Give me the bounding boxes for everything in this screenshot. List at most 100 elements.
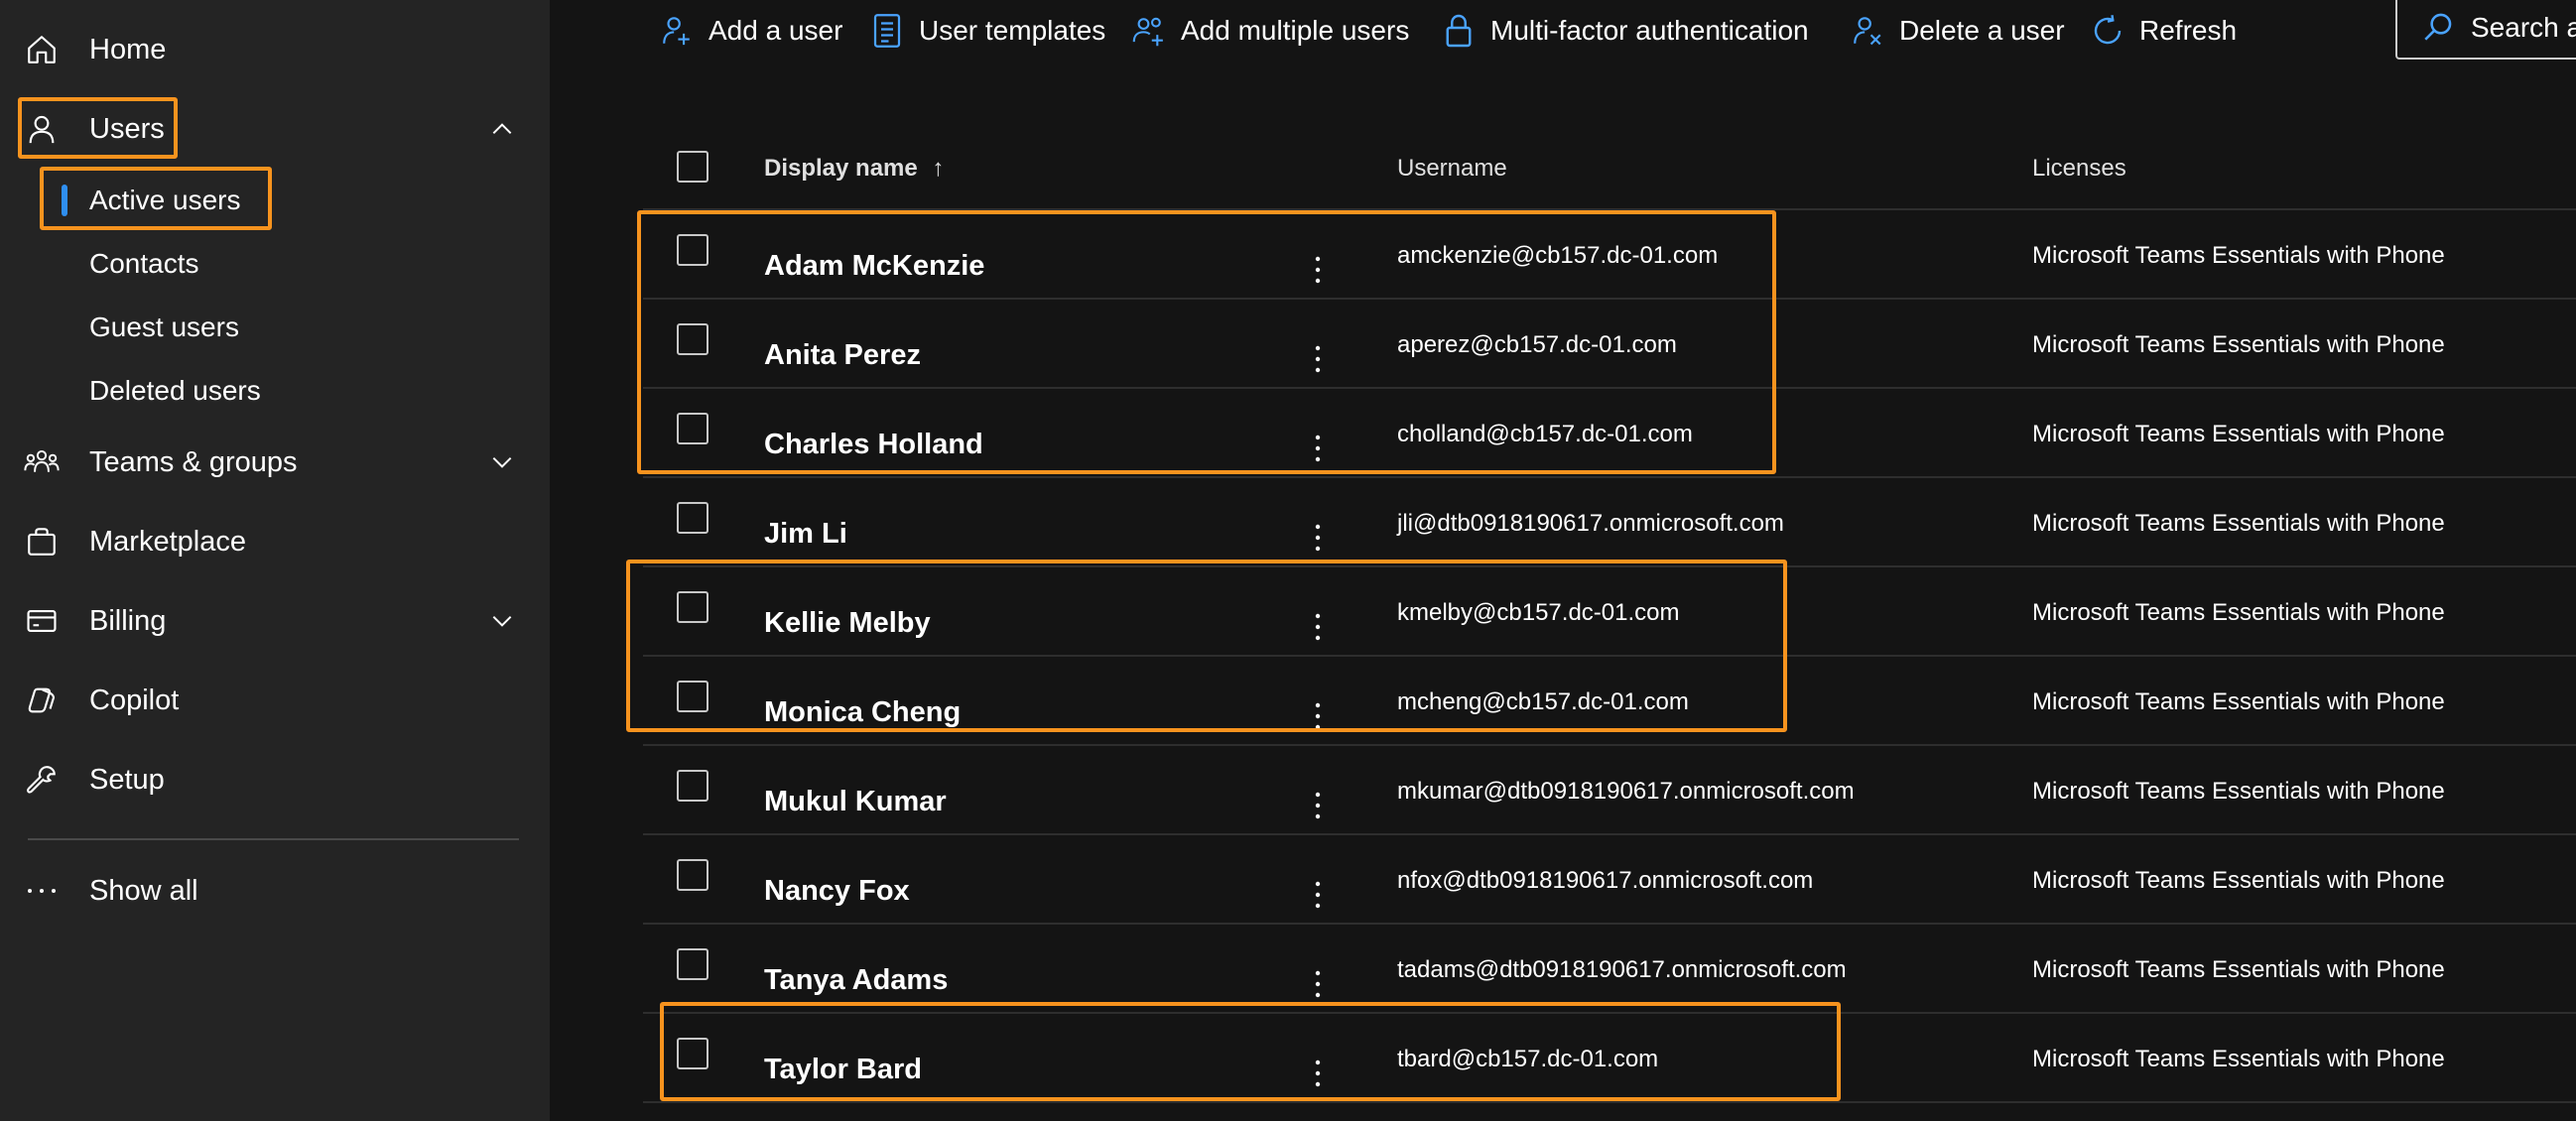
- refresh-label: Refresh: [2139, 15, 2238, 46]
- display-name-cell[interactable]: Anita Perez: [764, 339, 921, 372]
- sidebar-divider: [28, 838, 519, 840]
- username-cell: mkumar@dtb0918190617.onmicrosoft.com: [1397, 778, 1855, 805]
- row-checkbox[interactable]: [677, 770, 708, 802]
- table-row[interactable]: Adam McKenzie amckenzie@cb157.dc-01.com …: [643, 210, 2576, 300]
- nav-setup[interactable]: Setup: [0, 748, 550, 811]
- table-row[interactable]: Mukul Kumar mkumar@dtb0918190617.onmicro…: [643, 746, 2576, 835]
- row-checkbox[interactable]: [677, 948, 708, 980]
- add-user-label: Add a user: [708, 15, 843, 46]
- add-multiple-users-label: Add multiple users: [1181, 15, 1410, 46]
- username-cell: jli@dtb0918190617.onmicrosoft.com: [1397, 510, 1784, 537]
- table-row[interactable]: Nancy Fox nfox@dtb0918190617.onmicrosoft…: [643, 835, 2576, 925]
- chevron-up-icon[interactable]: [484, 111, 520, 147]
- nav-billing[interactable]: Billing: [0, 589, 550, 653]
- username-cell: nfox@dtb0918190617.onmicrosoft.com: [1397, 867, 1814, 894]
- display-name-cell[interactable]: Mukul Kumar: [764, 786, 947, 818]
- row-checkbox[interactable]: [677, 502, 708, 534]
- more-options-icon[interactable]: [1308, 1056, 1328, 1091]
- nav-home[interactable]: Home: [0, 18, 550, 81]
- mfa-button[interactable]: Multi-factor authentication: [1439, 4, 1809, 58]
- nav-guest-users[interactable]: Guest users: [0, 298, 550, 357]
- search-placeholder: Search a: [2471, 12, 2576, 43]
- license-cell: Microsoft Teams Essentials with Phone: [2032, 510, 2445, 537]
- more-options-icon[interactable]: [1308, 698, 1328, 734]
- document-list-icon: [867, 11, 907, 51]
- user-templates-label: User templates: [919, 15, 1106, 46]
- table-row[interactable]: Taylor Bard tbard@cb157.dc-01.com Micros…: [643, 1014, 2576, 1103]
- chevron-down-icon[interactable]: [484, 603, 520, 639]
- display-name-cell[interactable]: Tanya Adams: [764, 964, 948, 997]
- license-cell: Microsoft Teams Essentials with Phone: [2032, 242, 2445, 269]
- column-header-licenses[interactable]: Licenses: [2032, 155, 2126, 183]
- refresh-icon: [2088, 11, 2127, 51]
- row-checkbox[interactable]: [677, 591, 708, 623]
- display-name-cell[interactable]: Taylor Bard: [764, 1054, 922, 1086]
- home-icon: [20, 28, 64, 71]
- nav-users[interactable]: Users: [0, 97, 550, 161]
- display-name-cell[interactable]: Nancy Fox: [764, 875, 910, 908]
- nav-guest-users-label: Guest users: [89, 311, 239, 342]
- more-options-icon[interactable]: [1308, 252, 1328, 288]
- display-name-cell[interactable]: Monica Cheng: [764, 696, 961, 729]
- search-input[interactable]: Search a: [2395, 0, 2576, 60]
- nav-show-all-label: Show all: [89, 874, 198, 907]
- username-cell: cholland@cb157.dc-01.com: [1397, 421, 1693, 447]
- table-header: Display name ↑ Username Licenses: [643, 129, 2576, 210]
- row-checkbox[interactable]: [677, 234, 708, 266]
- search-icon: [2421, 10, 2457, 46]
- display-name-cell[interactable]: Charles Holland: [764, 429, 983, 461]
- select-all-checkbox[interactable]: [677, 151, 708, 183]
- nav-copilot[interactable]: Copilot: [0, 669, 550, 732]
- table-row[interactable]: Jim Li jli@dtb0918190617.onmicrosoft.com…: [643, 478, 2576, 567]
- table-row[interactable]: Tanya Adams tadams@dtb0918190617.onmicro…: [643, 925, 2576, 1014]
- license-cell: Microsoft Teams Essentials with Phone: [2032, 867, 2445, 894]
- add-multiple-users-button[interactable]: Add multiple users: [1129, 4, 1409, 58]
- row-checkbox[interactable]: [677, 1038, 708, 1069]
- table-row[interactable]: Kellie Melby kmelby@cb157.dc-01.com Micr…: [643, 567, 2576, 657]
- nav-home-label: Home: [89, 33, 167, 65]
- row-checkbox[interactable]: [677, 681, 708, 712]
- column-header-display-name[interactable]: Display name ↑: [764, 155, 944, 183]
- more-options-icon[interactable]: [1308, 431, 1328, 466]
- nav-setup-label: Setup: [89, 763, 165, 796]
- more-options-icon[interactable]: [1308, 877, 1328, 913]
- license-cell: Microsoft Teams Essentials with Phone: [2032, 331, 2445, 358]
- more-options-icon[interactable]: [1308, 788, 1328, 823]
- nav-billing-label: Billing: [89, 604, 167, 637]
- user-templates-button[interactable]: User templates: [867, 4, 1105, 58]
- table-row[interactable]: Monica Cheng mcheng@cb157.dc-01.com Micr…: [643, 657, 2576, 746]
- username-cell: amckenzie@cb157.dc-01.com: [1397, 242, 1719, 269]
- delete-user-button[interactable]: Delete a user: [1848, 4, 2065, 58]
- table-row[interactable]: Charles Holland cholland@cb157.dc-01.com…: [643, 389, 2576, 478]
- row-checkbox[interactable]: [677, 323, 708, 355]
- nav-contacts-label: Contacts: [89, 248, 199, 279]
- nav-copilot-label: Copilot: [89, 684, 180, 716]
- display-name-cell[interactable]: Jim Li: [764, 518, 847, 551]
- table-row[interactable]: Anita Perez aperez@cb157.dc-01.com Micro…: [643, 300, 2576, 389]
- nav-show-all[interactable]: Show all: [0, 859, 550, 923]
- nav-deleted-users[interactable]: Deleted users: [0, 361, 550, 421]
- refresh-button[interactable]: Refresh: [2088, 4, 2237, 58]
- nav-deleted-users-label: Deleted users: [89, 375, 261, 406]
- row-checkbox[interactable]: [677, 859, 708, 891]
- nav-contacts[interactable]: Contacts: [0, 234, 550, 294]
- person-icon: [20, 107, 64, 151]
- more-horizontal-icon: [20, 869, 64, 913]
- add-user-button[interactable]: Add a user: [657, 4, 842, 58]
- column-header-username[interactable]: Username: [1397, 155, 1507, 183]
- more-options-icon[interactable]: [1308, 966, 1328, 1002]
- display-name-cell[interactable]: Adam McKenzie: [764, 250, 984, 283]
- display-name-cell[interactable]: Kellie Melby: [764, 607, 931, 640]
- more-options-icon[interactable]: [1308, 609, 1328, 645]
- nav-active-users[interactable]: Active users: [0, 171, 550, 230]
- column-username-label: Username: [1397, 155, 1507, 182]
- column-licenses-label: Licenses: [2032, 155, 2126, 182]
- more-options-icon[interactable]: [1308, 520, 1328, 556]
- nav-teams-groups[interactable]: Teams & groups: [0, 431, 550, 494]
- nav-marketplace[interactable]: Marketplace: [0, 510, 550, 573]
- username-cell: kmelby@cb157.dc-01.com: [1397, 599, 1680, 626]
- copilot-icon: [20, 679, 64, 722]
- more-options-icon[interactable]: [1308, 341, 1328, 377]
- row-checkbox[interactable]: [677, 413, 708, 444]
- chevron-down-icon[interactable]: [484, 444, 520, 480]
